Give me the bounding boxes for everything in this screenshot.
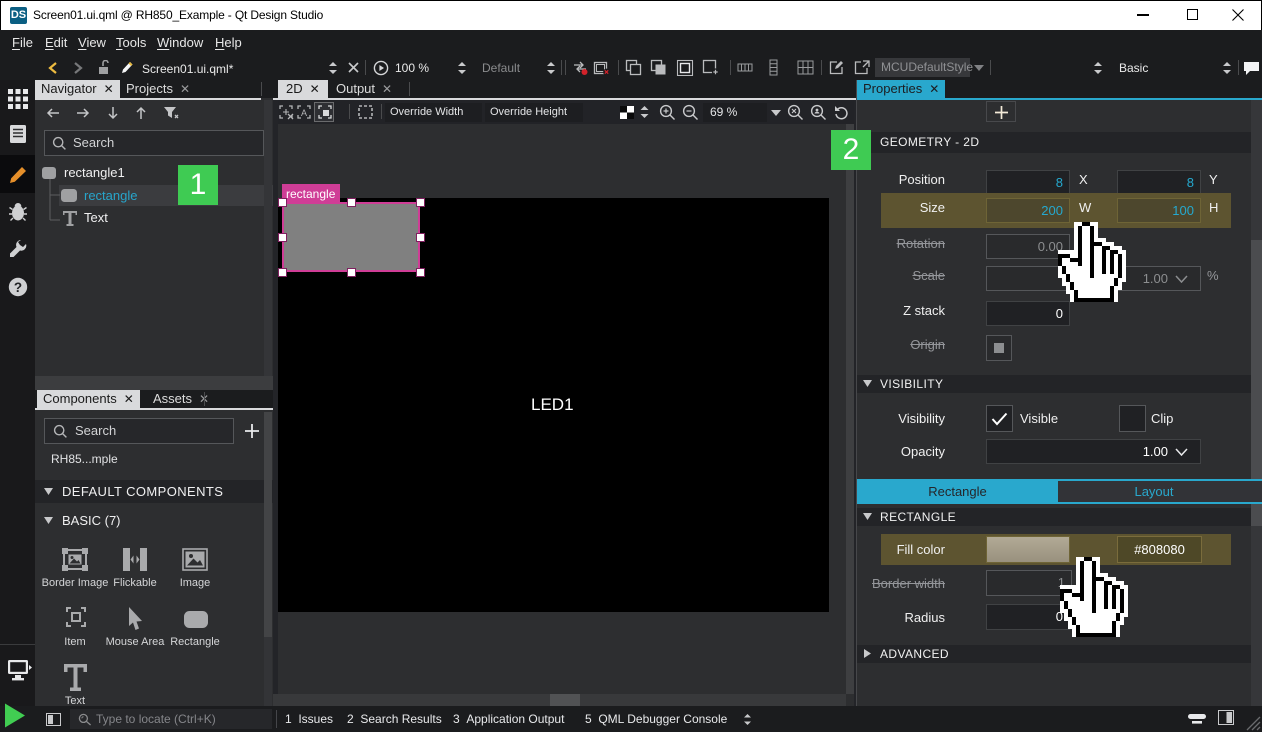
svg-text:A: A (301, 108, 307, 118)
svg-text:?: ? (14, 280, 22, 295)
